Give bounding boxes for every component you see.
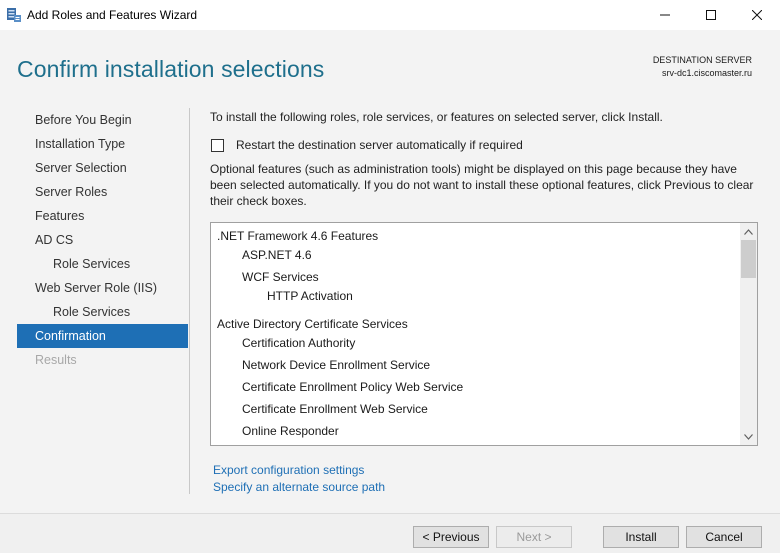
previous-button[interactable]: < Previous: [413, 526, 489, 548]
window-title: Add Roles and Features Wizard: [27, 8, 198, 22]
list-item: Online Responder: [242, 424, 339, 438]
restart-option[interactable]: Restart the destination server automatic…: [211, 138, 523, 152]
alternate-source-path-link[interactable]: Specify an alternate source path: [213, 480, 385, 494]
list-item: .NET Framework 4.6 Features: [217, 229, 379, 243]
chevron-down-icon: [744, 433, 753, 440]
install-button[interactable]: Install: [603, 526, 679, 548]
nav-item-installation-type[interactable]: Installation Type: [17, 132, 188, 156]
optional-features-note: Optional features (such as administratio…: [210, 162, 754, 208]
list-item: HTTP Activation: [267, 289, 353, 303]
nav-item-server-roles[interactable]: Server Roles: [17, 180, 188, 204]
wizard-steps-nav: Before You Begin Installation Type Serve…: [17, 108, 188, 372]
selections-scrollbar[interactable]: [740, 223, 757, 445]
minimize-icon: [660, 14, 670, 16]
next-button: Next >: [496, 526, 572, 548]
wizard-footer: < Previous Next > Install Cancel: [0, 513, 780, 553]
restart-checkbox[interactable]: [211, 138, 224, 152]
wizard-body: Before You Begin Installation Type Serve…: [0, 102, 780, 513]
nav-item-ad-cs[interactable]: AD CS: [17, 228, 188, 252]
server-manager-icon: [6, 7, 22, 23]
nav-item-server-selection[interactable]: Server Selection: [17, 156, 188, 180]
nav-item-results: Results: [35, 353, 77, 367]
selections-list[interactable]: .NET Framework 4.6 Features ASP.NET 4.6 …: [210, 222, 758, 446]
wizard-window: Add Roles and Features Wizard Confirm in…: [0, 0, 780, 553]
nav-item-web-server-role[interactable]: Web Server Role (IIS): [17, 276, 188, 300]
nav-item-before-you-begin[interactable]: Before You Begin: [17, 108, 188, 132]
destination-server-name: srv-dc1.ciscomaster.ru: [661, 68, 752, 78]
wizard-header: Confirm installation selections DESTINAT…: [0, 30, 780, 102]
destination-server-label: DESTINATION SERVER: [652, 55, 752, 65]
restart-checkbox-label[interactable]: Restart the destination server automatic…: [236, 138, 523, 152]
close-icon: [752, 10, 762, 20]
maximize-button[interactable]: [688, 0, 734, 30]
export-configuration-link[interactable]: Export configuration settings: [213, 463, 364, 477]
list-item: Certification Authority: [242, 336, 356, 350]
nav-item-features[interactable]: Features: [17, 204, 188, 228]
nav-item-iis-role-services[interactable]: Role Services: [17, 300, 188, 324]
nav-item-ad-cs-role-services[interactable]: Role Services: [17, 252, 188, 276]
title-bar[interactable]: Add Roles and Features Wizard: [0, 0, 780, 30]
scroll-down-button[interactable]: [740, 428, 757, 445]
scroll-up-button[interactable]: [740, 223, 757, 240]
minimize-button[interactable]: [642, 0, 688, 30]
page-title: Confirm installation selections: [17, 56, 325, 82]
scroll-thumb[interactable]: [741, 240, 756, 278]
chevron-up-icon: [744, 228, 753, 235]
list-item: ASP.NET 4.6: [242, 248, 312, 262]
cancel-button[interactable]: Cancel: [686, 526, 762, 548]
list-item: Network Device Enrollment Service: [242, 358, 431, 372]
nav-item-confirmation[interactable]: Confirmation: [17, 324, 188, 348]
nav-divider: [189, 108, 190, 494]
close-button[interactable]: [734, 0, 780, 30]
list-item: Certificate Enrollment Policy Web Servic…: [242, 380, 464, 394]
list-item: Active Directory Certificate Services: [217, 317, 408, 331]
list-item: Certificate Enrollment Web Service: [242, 402, 428, 416]
maximize-icon: [706, 10, 716, 20]
list-item: WCF Services: [242, 270, 319, 284]
intro-text: To install the following roles, role ser…: [210, 110, 663, 124]
